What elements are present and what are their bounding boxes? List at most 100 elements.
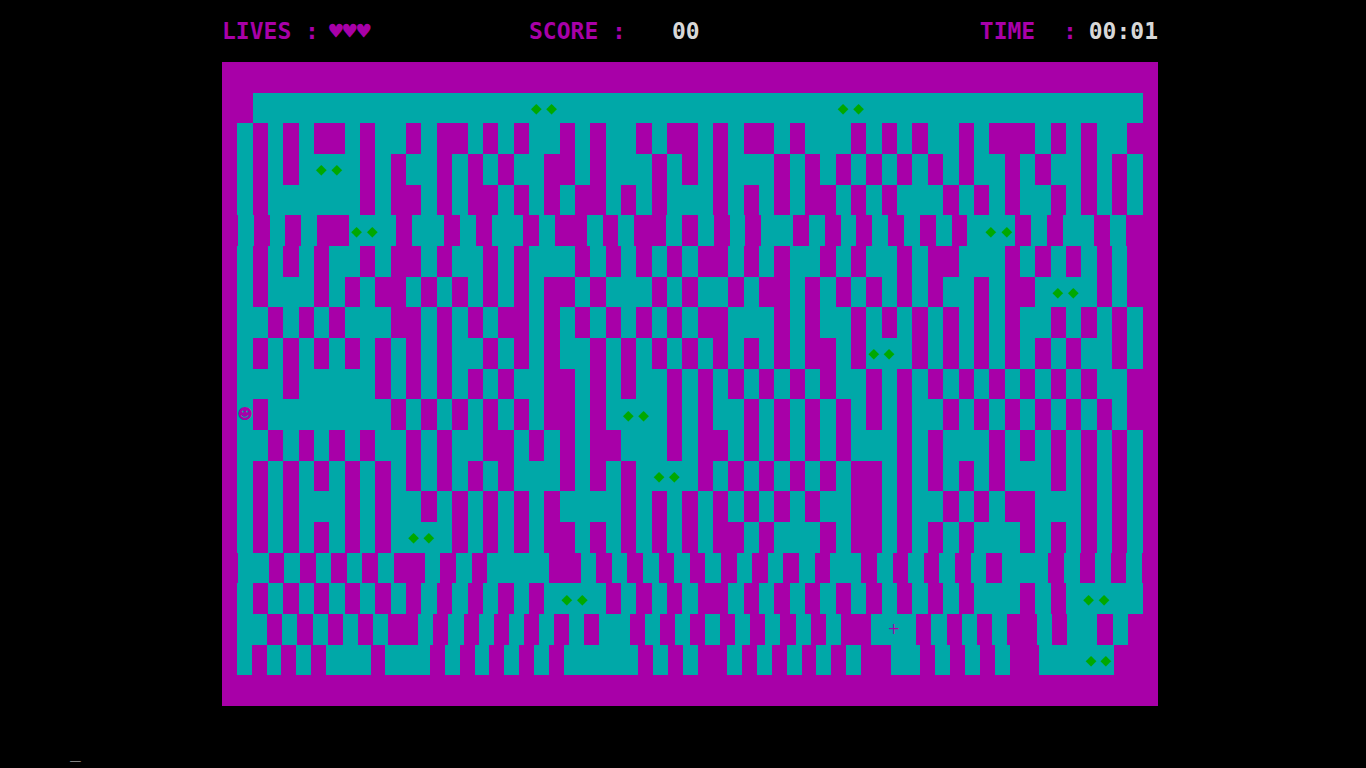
maze-wall [253, 338, 268, 369]
maze-floor [805, 123, 820, 154]
maze-wall [744, 399, 759, 430]
maze-wall [544, 399, 559, 430]
maze-wall [222, 93, 237, 124]
maze-wall [825, 215, 841, 246]
maze-wall [1005, 307, 1020, 338]
maze-wall [667, 62, 682, 93]
maze-wall [774, 399, 789, 430]
maze-floor [529, 491, 544, 522]
maze-floor [391, 583, 406, 614]
maze-floor [943, 583, 958, 614]
maze-floor [666, 215, 682, 246]
maze-wall [959, 675, 974, 706]
maze-floor [314, 307, 329, 338]
maze-wall [360, 185, 375, 216]
maze-floor [728, 123, 743, 154]
maze-wall [820, 338, 835, 369]
maze-wall [283, 62, 298, 93]
maze-floor [682, 307, 697, 338]
maze-floor [836, 461, 851, 492]
maze-wall [391, 246, 406, 277]
maze-floor [820, 123, 835, 154]
maze-wall [476, 215, 492, 246]
maze-floor [452, 583, 467, 614]
maze-floor [608, 645, 623, 676]
maze-wall [682, 675, 697, 706]
maze-floor [421, 461, 436, 492]
maze-wall [575, 307, 590, 338]
maze-floor [329, 338, 344, 369]
maze-floor [268, 461, 283, 492]
maze-wall [774, 338, 789, 369]
maze-wall [590, 154, 605, 185]
maze-floor [1033, 553, 1049, 584]
maze-wall [744, 491, 759, 522]
maze-wall [744, 185, 759, 216]
maze-wall [974, 185, 989, 216]
maze-wall [652, 277, 667, 308]
maze-wall [544, 277, 559, 308]
maze-floor [299, 369, 314, 400]
diamond-icon: ◆ [667, 461, 682, 492]
maze-floor [882, 246, 897, 277]
maze-floor [882, 154, 897, 185]
maze-wall [590, 430, 605, 461]
maze-floor [820, 583, 835, 614]
maze-wall [300, 553, 316, 584]
maze-wall [866, 154, 881, 185]
maze-floor [544, 246, 559, 277]
maze-floor [468, 430, 483, 461]
maze-floor [1112, 246, 1127, 277]
maze-floor [1051, 154, 1066, 185]
maze-floor [514, 154, 529, 185]
maze-wall [805, 399, 820, 430]
maze-wall [928, 154, 943, 185]
maze-floor [636, 522, 651, 553]
maze-wall [974, 307, 989, 338]
maze-floor [391, 123, 406, 154]
maze-floor [667, 93, 682, 124]
maze-floor [299, 246, 314, 277]
maze-wall [774, 277, 789, 308]
maze-floor [728, 93, 743, 124]
maze-wall [554, 614, 569, 645]
maze-floor [790, 399, 805, 430]
maze-wall [452, 277, 467, 308]
maze-wall [253, 461, 268, 492]
maze-floor [544, 123, 559, 154]
maze-floor [636, 338, 651, 369]
maze-wall [498, 154, 513, 185]
diamond-icon: ◆ [1066, 277, 1081, 308]
maze-wall [1127, 246, 1142, 277]
maze-wall [831, 645, 846, 676]
maze-wall [866, 369, 881, 400]
maze-floor [866, 185, 881, 216]
maze-wall [1024, 645, 1039, 676]
maze-wall [851, 461, 866, 492]
maze-board[interactable]: ◆◆◆◆◆◆◆◆◆◆◆◆◆◆☻◆◆◆◆◆◆◆◆◆◆+◆◆ [222, 62, 1158, 706]
maze-wall [866, 675, 881, 706]
maze-wall [1081, 491, 1096, 522]
maze-wall [1142, 553, 1158, 584]
maze-floor [268, 246, 283, 277]
maze-floor [296, 645, 311, 676]
maze-floor [759, 154, 774, 185]
maze-wall [897, 369, 912, 400]
maze-wall [222, 246, 237, 277]
maze-floor [391, 430, 406, 461]
maze-wall [1097, 62, 1112, 93]
maze-floor [575, 154, 590, 185]
maze-floor [974, 93, 989, 124]
maze-wall [912, 62, 927, 93]
maze-wall [406, 369, 421, 400]
maze-floor [906, 645, 921, 676]
maze-wall [1051, 522, 1066, 553]
maze-wall [1066, 246, 1081, 277]
maze-wall [560, 399, 575, 430]
maze-floor [805, 93, 820, 124]
maze-floor [713, 277, 728, 308]
maze-floor [908, 553, 924, 584]
maze-wall [790, 369, 805, 400]
maze-floor [268, 338, 283, 369]
maze-wall [974, 675, 989, 706]
